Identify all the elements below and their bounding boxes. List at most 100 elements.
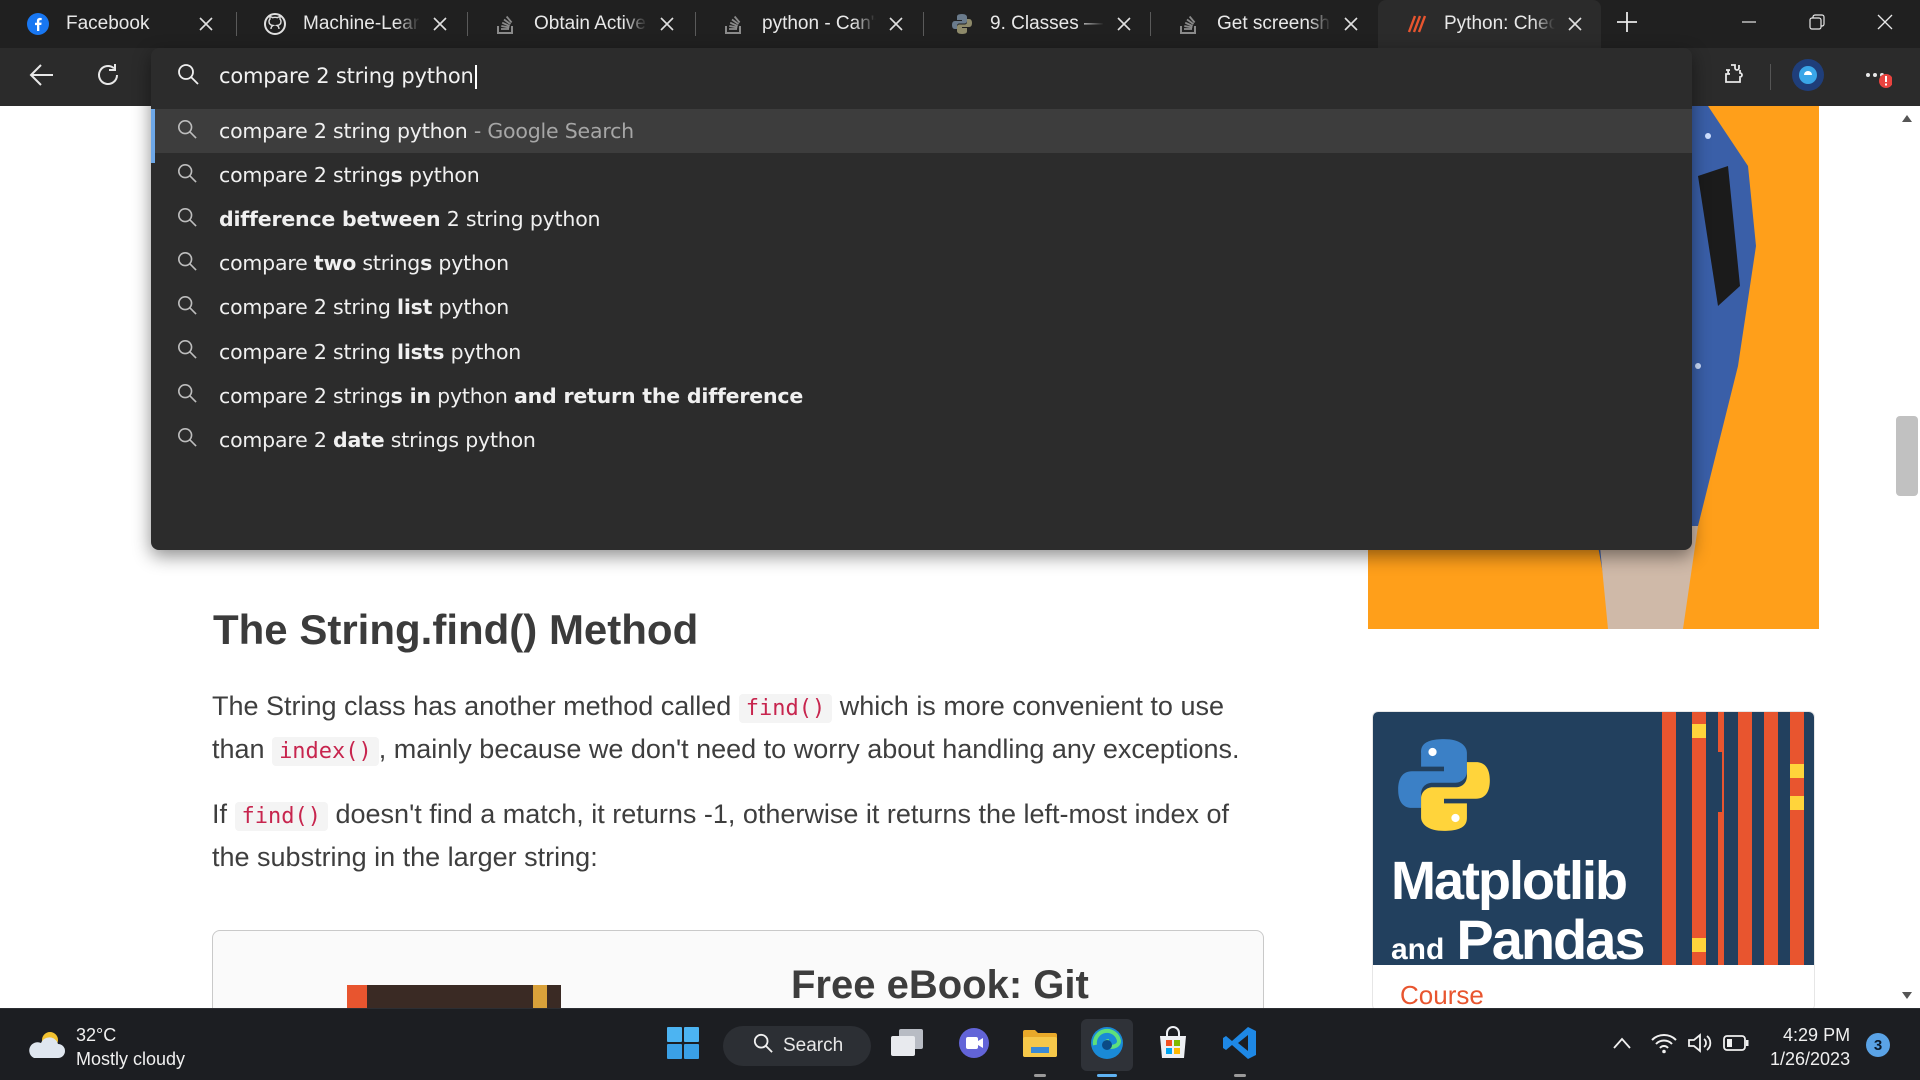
tab-python-docs[interactable]: 9. Classes — Python: [924, 0, 1150, 48]
clock-time: 4:29 PM: [1783, 1025, 1851, 1045]
course-pattern: [1662, 712, 1804, 965]
course-ad-card[interactable]: Matplotlib and Pandas Course: [1372, 711, 1815, 1008]
tab-stackabuse[interactable]: Python: Check if: [1378, 0, 1601, 48]
paragraph-find-return: If find() doesn't find a match, it retur…: [212, 794, 1262, 878]
close-tab-icon[interactable]: [194, 12, 218, 36]
battery-status[interactable]: [1722, 1031, 1750, 1059]
tab-stackoverflow-3[interactable]: Get screenshot of: [1151, 0, 1377, 48]
close-tab-icon[interactable]: [655, 12, 679, 36]
suggestion-text-run: two: [313, 251, 357, 276]
close-tab-icon[interactable]: [1339, 12, 1363, 36]
teams-chat-button[interactable]: [948, 1019, 1000, 1071]
scrollbar[interactable]: [1893, 106, 1920, 1008]
volume-status[interactable]: [1686, 1031, 1714, 1059]
extensions-button[interactable]: [1714, 57, 1754, 97]
suggestion-item[interactable]: compare 2 string list python: [151, 285, 1692, 329]
scroll-up-icon[interactable]: [1902, 114, 1912, 122]
new-tab-button[interactable]: [1594, 0, 1660, 48]
profile-button[interactable]: [1788, 57, 1828, 97]
settings-menu-button[interactable]: [1858, 57, 1898, 97]
course-link[interactable]: Course: [1400, 980, 1484, 1008]
suggestion-item[interactable]: compare 2 strings in python and return t…: [151, 374, 1692, 418]
suggestion-text-run: python: [430, 383, 514, 408]
suggestion-text: compare 2 strings in python and return t…: [219, 384, 803, 408]
suggestion-source: - Google Search: [467, 119, 634, 143]
restore-button[interactable]: [1784, 0, 1850, 48]
course-title-line1: Matplotlib: [1391, 851, 1628, 911]
suggestion-text-run: compare 2 string: [219, 295, 397, 320]
suggestion-text-run: date: [333, 427, 385, 452]
tab-facebook[interactable]: Facebook: [0, 0, 232, 48]
close-tab-icon[interactable]: [1563, 12, 1587, 36]
file-explorer-button[interactable]: [1014, 1019, 1066, 1077]
suggestion-text-run: python: [402, 163, 480, 188]
stackoverflow-icon: [494, 12, 518, 36]
suggestion-item[interactable]: compare 2 date strings python: [151, 418, 1692, 462]
scrollbar-thumb[interactable]: [1896, 416, 1918, 496]
edge-button[interactable]: [1081, 1019, 1133, 1077]
close-icon: [1877, 14, 1893, 35]
close-tab-icon[interactable]: [1112, 12, 1136, 36]
clock[interactable]: 4:29 PM 1/26/2023: [1770, 1023, 1850, 1071]
text-run: The String class has another method call…: [212, 691, 739, 721]
vscode-button[interactable]: [1214, 1019, 1266, 1077]
back-button[interactable]: [22, 57, 62, 97]
refresh-button[interactable]: [88, 57, 128, 97]
address-bar[interactable]: compare 2 string python: [151, 48, 1692, 104]
paragraph-find-method: The String class has another method call…: [212, 686, 1262, 772]
battery-icon: [1723, 1034, 1749, 1056]
running-indicator: [1234, 1074, 1246, 1077]
search-icon: [177, 119, 197, 144]
tab-strip: Facebook Machine-Learning Obtain Active …: [0, 0, 1920, 48]
teams-icon: [957, 1026, 991, 1065]
text-run: If: [212, 799, 235, 829]
wifi-icon: [1651, 1032, 1677, 1059]
suggestion-text-run: compare 2 string: [219, 383, 391, 408]
suggestion-item[interactable]: compare 2 string python - Google Search: [151, 109, 1692, 163]
text-run: , mainly because we don't need to worry …: [378, 734, 1240, 764]
tab-title: Get screenshot of: [1217, 13, 1331, 34]
close-tab-icon[interactable]: [428, 12, 452, 36]
show-hidden-icons[interactable]: [1608, 1031, 1636, 1059]
suggestion-text-run: compare: [219, 251, 314, 276]
ebook-cover: [347, 985, 561, 1008]
active-indicator: [1097, 1074, 1117, 1077]
plus-icon: [1616, 11, 1638, 38]
suggestion-text: compare 2 string lists python: [219, 340, 521, 364]
task-view-button[interactable]: [881, 1019, 933, 1071]
section-heading: The String.find() Method: [213, 606, 699, 653]
suggestion-text-run: compare 2: [219, 427, 334, 452]
tab-github[interactable]: Machine-Learning: [237, 0, 466, 48]
inline-code: find(): [234, 802, 328, 831]
python-icon: [950, 12, 974, 36]
notification-badge[interactable]: 3: [1866, 1033, 1890, 1057]
address-bar-dropdown: compare 2 string python compare 2 string…: [151, 48, 1692, 550]
weather-desc: Mostly cloudy: [76, 1049, 186, 1069]
microsoft-store-button[interactable]: [1147, 1019, 1199, 1071]
taskbar-search[interactable]: Search: [723, 1026, 871, 1066]
suggestion-text: compare 2 strings python: [219, 163, 480, 187]
close-window-button[interactable]: [1852, 0, 1918, 48]
ebook-ad-card[interactable]: Free eBook: Git: [212, 930, 1264, 1008]
inline-code: index(): [272, 737, 379, 766]
tab-title: Python: Check if: [1444, 13, 1555, 34]
suggestion-item[interactable]: compare two strings python: [151, 241, 1692, 285]
wifi-status[interactable]: [1650, 1031, 1678, 1059]
tab-title: Machine-Learning: [303, 13, 420, 34]
suggestion-item[interactable]: compare 2 strings python: [151, 153, 1692, 197]
minimize-button[interactable]: [1716, 0, 1782, 48]
windows-taskbar: 32°C Mostly cloudy Search 4:29 PM 1/26/2…: [0, 1008, 1920, 1080]
start-button[interactable]: [657, 1019, 709, 1071]
speaker-icon: [1687, 1032, 1713, 1059]
weather-widget[interactable]: 32°C Mostly cloudy: [26, 1023, 185, 1071]
suggestion-item[interactable]: compare 2 string lists python: [151, 330, 1692, 374]
suggestion-item[interactable]: difference between 2 string python: [151, 197, 1692, 241]
avatar: [1791, 58, 1825, 97]
text-run: doesn't find a match, it returns -1, oth…: [212, 799, 1230, 872]
suggestion-text-run: lists: [397, 339, 445, 364]
tab-stackoverflow-2[interactable]: python - Can't import: [696, 0, 922, 48]
close-tab-icon[interactable]: [884, 12, 908, 36]
scroll-down-icon[interactable]: [1902, 992, 1912, 1000]
address-bar-query[interactable]: compare 2 string python: [219, 64, 474, 88]
tab-stackoverflow-1[interactable]: Obtain Active window: [468, 0, 693, 48]
